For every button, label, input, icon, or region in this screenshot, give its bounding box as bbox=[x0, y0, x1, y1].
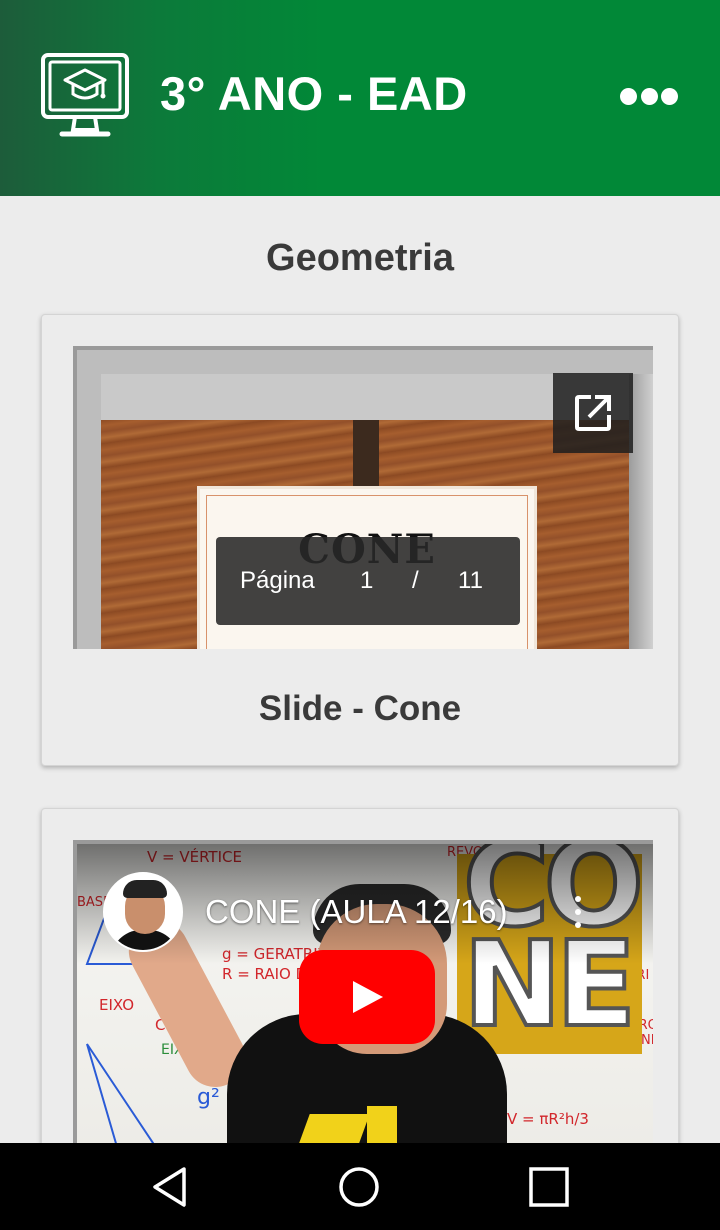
channel-avatar[interactable] bbox=[103, 872, 183, 952]
play-button[interactable] bbox=[299, 950, 435, 1044]
system-navigation-bar bbox=[0, 1143, 720, 1230]
back-triangle-icon bbox=[153, 1166, 186, 1207]
kebab-icon bbox=[575, 896, 581, 902]
more-horizontal-icon bbox=[620, 87, 637, 105]
open-in-new-icon bbox=[575, 395, 611, 431]
video-card: V = VÉRTICE BASE EIXO CONE R EIXO PERF g… bbox=[41, 808, 679, 1170]
slide-viewer[interactable]: CONE Página 1 / 11 bbox=[73, 346, 653, 649]
open-in-new-button[interactable] bbox=[553, 373, 633, 453]
youtube-play-icon bbox=[353, 981, 383, 1013]
page-total: 11 bbox=[458, 567, 483, 594]
section-title: Geometria bbox=[266, 237, 454, 279]
page-label: Página bbox=[240, 567, 315, 594]
home-button[interactable] bbox=[299, 1143, 419, 1230]
video-title[interactable]: CONE (AULA 12/16) bbox=[205, 892, 508, 932]
back-button[interactable] bbox=[110, 1143, 230, 1230]
more-options-button[interactable] bbox=[614, 78, 684, 114]
slide-caption: Slide - Cone bbox=[258, 689, 462, 728]
home-circle-icon bbox=[339, 1166, 379, 1207]
video-player[interactable]: V = VÉRTICE BASE EIXO CONE R EIXO PERF g… bbox=[73, 840, 653, 1170]
app-title: 3° ANO - EAD bbox=[160, 67, 468, 120]
video-menu-button[interactable] bbox=[567, 892, 589, 932]
svg-text:V = πR²h/3: V = πR²h/3 bbox=[507, 1110, 589, 1128]
graduation-monitor-icon bbox=[40, 52, 130, 140]
page-current: 1 bbox=[360, 567, 374, 594]
app-bar: 3° ANO - EAD bbox=[0, 0, 720, 196]
page-separator: / bbox=[412, 567, 419, 594]
page-indicator: Página 1 / 11 bbox=[216, 537, 520, 625]
recents-square-icon bbox=[529, 1166, 569, 1207]
svg-text:EIXO: EIXO bbox=[99, 996, 134, 1014]
slide-card: CONE Página 1 / 11 Slide - Cone bbox=[41, 314, 679, 766]
recents-button[interactable] bbox=[489, 1143, 609, 1230]
